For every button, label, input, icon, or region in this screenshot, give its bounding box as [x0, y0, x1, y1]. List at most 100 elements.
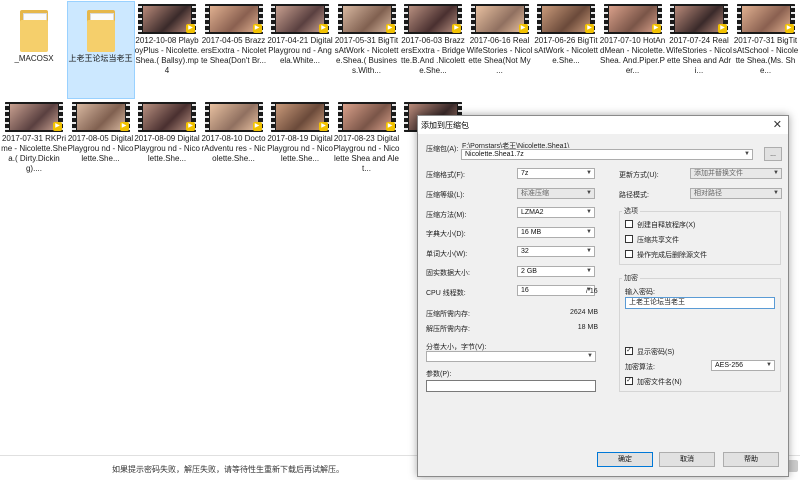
play-badge-icon: ▶ — [252, 122, 262, 131]
play-badge-icon: ▶ — [385, 122, 395, 131]
chevron-down-icon: ▼ — [773, 170, 779, 176]
video-thumbnail-icon: ▶ — [337, 102, 396, 132]
split-combo[interactable]: ▼ — [426, 351, 596, 362]
word-label: 单词大小(W): — [426, 251, 468, 258]
enc-method-label: 加密算法: — [625, 364, 655, 371]
play-badge-icon: ▶ — [718, 24, 727, 33]
video-file-item[interactable]: ▶ 2017-04-21 DigitalPlaygrou nd - Angela.… — [267, 2, 333, 98]
video-file-item[interactable]: ▶ 2017-06-26 BigTitsAtWork - Nicolette.Sh… — [533, 2, 599, 98]
video-file-item[interactable]: ▶ 2017-07-31 BigTitsAtSchool - Nicolette … — [733, 2, 799, 98]
video-file-item[interactable]: ▶ 2017-07-10 HotAndMean - Nicolette.Shea.… — [600, 2, 666, 98]
delete-checkbox[interactable] — [625, 250, 633, 258]
play-badge-icon: ▶ — [518, 24, 528, 33]
mem-comp-label: 压缩所需内存: — [426, 311, 470, 318]
video-file-item[interactable]: ▶ 2012-10-08 PlayboyPlus - Nicolette.Shea… — [134, 2, 200, 98]
video-file-item[interactable]: ▶ 2017-07-24 RealWifeStories - Nicolette … — [666, 2, 732, 98]
chevron-down-icon: ▼ — [773, 190, 779, 196]
play-badge-icon: ▶ — [252, 24, 262, 33]
help-button[interactable]: 帮助 — [723, 452, 779, 467]
chevron-down-icon: ▼ — [586, 268, 592, 274]
page-strip-text: 如果提示密码失败，解压失败，请等待性生重新下载后再试解压。 — [112, 465, 344, 474]
dict-label: 字典大小(D): — [426, 231, 466, 238]
chevron-down-icon: ▼ — [586, 190, 592, 196]
video-file-item[interactable]: ▶ 2017-08-19 DigitalPlaygrou nd - Nicolet… — [267, 100, 333, 174]
cancel-button[interactable]: 取消 — [659, 452, 715, 467]
dialog-titlebar[interactable]: 添加到压缩包 ✕ — [418, 116, 788, 134]
level-select[interactable]: 标准压缩 ▼ — [517, 188, 595, 199]
video-file-item[interactable]: ▶ 2017-06-03 BrazzersExxtra - Bridgette.B… — [400, 2, 466, 98]
play-badge-icon: ▶ — [53, 122, 62, 131]
method-select[interactable]: LZMA2 ▼ — [517, 207, 595, 218]
mem-comp-value: 2624 MB — [569, 309, 598, 316]
video-file-item[interactable]: ▶ 2017-08-09 DigitalPlaygrou nd - Nicolet… — [134, 100, 200, 174]
cpu-select[interactable]: 16 ▼ — [517, 285, 595, 296]
video-file-item[interactable]: ▶ 2017-05-31 BigTitsAtWork - Nicolette.Sh… — [334, 2, 400, 98]
play-badge-icon: ▶ — [651, 24, 661, 33]
params-input[interactable] — [426, 380, 596, 392]
enc-method-select[interactable]: AES-256 ▼ — [711, 360, 775, 371]
update-label: 更新方式(U): — [619, 172, 659, 179]
word-select[interactable]: 32 ▼ — [517, 246, 595, 257]
play-badge-icon: ▶ — [186, 122, 195, 131]
dict-value: 16 MB — [521, 229, 542, 236]
video-thumbnail-icon: ▶ — [603, 4, 662, 34]
video-thumbnail-icon: ▶ — [271, 102, 329, 132]
video-thumbnail-icon: ▶ — [736, 4, 795, 34]
dict-select[interactable]: 16 MB ▼ — [517, 227, 595, 238]
video-thumbnail-icon: ▶ — [470, 4, 529, 34]
file-label: 2012-10-08 PlayboyPlus - Nicolette.Shea.… — [134, 36, 200, 75]
ok-button[interactable]: 确定 — [597, 452, 653, 467]
word-value: 32 — [521, 248, 529, 255]
video-thumbnail-icon: ▶ — [271, 4, 329, 34]
browse-button[interactable]: ... — [764, 147, 782, 161]
video-file-item[interactable]: ▶ 2017-04-05 BrazzersExxtra - Nicolette S… — [201, 2, 267, 98]
file-label: 2017-08-19 DigitalPlaygrou nd - Nicolett… — [267, 134, 333, 163]
chevron-down-icon: ▼ — [586, 170, 592, 176]
encryption-title: 加密 — [622, 273, 640, 283]
level-value: 标准压缩 — [521, 190, 549, 197]
show-password-label: 显示密码(S) — [637, 349, 675, 356]
file-label: 2017-08-09 DigitalPlaygrou nd - Nicolett… — [134, 134, 200, 163]
video-thumbnail-icon: ▶ — [204, 4, 263, 34]
play-badge-icon: ▶ — [385, 24, 395, 33]
cpu-label: CPU 线程数: — [426, 290, 466, 297]
video-file-item[interactable]: ▶ 2017-08-23 DigitalPlaygrou nd - Nicolet… — [334, 100, 400, 174]
folder-icon — [85, 8, 117, 52]
video-file-item[interactable]: ▶ 2017-07-31 RKPrime - Nicolette.Shea.( D… — [1, 100, 67, 174]
video-file-item[interactable]: ▶ 2017-08-10 DoctorAdventu res - Nicolett… — [201, 100, 267, 174]
pathmode-select[interactable]: 相对路径 ▼ — [690, 188, 782, 199]
solid-value: 2 GB — [521, 268, 537, 275]
encrypt-names-checkbox[interactable]: ✓ — [625, 377, 633, 385]
shared-checkbox[interactable] — [625, 235, 633, 243]
file-label: 2017-05-31 BigTitsAtWork - Nicolette.She… — [334, 36, 399, 75]
password-input[interactable]: 上老王论坛当老王 — [625, 297, 775, 309]
play-badge-icon: ▶ — [784, 24, 794, 33]
shared-label: 压缩共享文件 — [637, 237, 679, 244]
pathmode-label: 路径模式: — [619, 192, 649, 199]
archive-name-value: Nicolette.Shea1.7z — [465, 151, 524, 158]
update-select[interactable]: 添加并替换文件 ▼ — [690, 168, 782, 179]
archive-name-combo[interactable]: Nicolette.Shea1.7z ▼ — [461, 149, 753, 160]
video-thumbnail-icon: ▶ — [138, 4, 196, 34]
mem-decomp-label: 解压所需内存: — [426, 326, 470, 333]
folder-item[interactable]: _MACOSX — [1, 2, 67, 98]
options-title: 选项 — [622, 206, 640, 216]
solid-select[interactable]: 2 GB ▼ — [517, 266, 595, 277]
video-thumbnail-icon: ▶ — [204, 102, 263, 132]
close-icon[interactable]: ✕ — [773, 118, 782, 131]
play-badge-icon: ▶ — [186, 24, 195, 33]
video-file-item[interactable]: ▶ 2017-08-05 DigitalPlaygrou nd - Nicolet… — [68, 100, 134, 174]
chevron-down-icon: ▼ — [586, 229, 592, 235]
file-label: 2017-07-31 BigTitsAtSchool - Nicolette S… — [732, 36, 799, 75]
format-select[interactable]: 7z ▼ — [517, 168, 595, 179]
video-thumbnail-icon: ▶ — [71, 102, 130, 132]
sfx-checkbox[interactable] — [625, 220, 633, 228]
show-password-checkbox[interactable]: ✓ — [625, 347, 633, 355]
chevron-down-icon: ▼ — [744, 151, 750, 157]
play-badge-icon: ▶ — [319, 122, 328, 131]
enc-method-value: AES-256 — [715, 362, 744, 369]
method-value: LZMA2 — [521, 209, 544, 216]
video-file-item[interactable]: ▶ 2017-06-16 RealWifeStories - Nicolette … — [467, 2, 533, 98]
format-value: 7z — [521, 170, 529, 177]
folder-item[interactable]: 上老王论坛当老王 — [66, 1, 135, 99]
